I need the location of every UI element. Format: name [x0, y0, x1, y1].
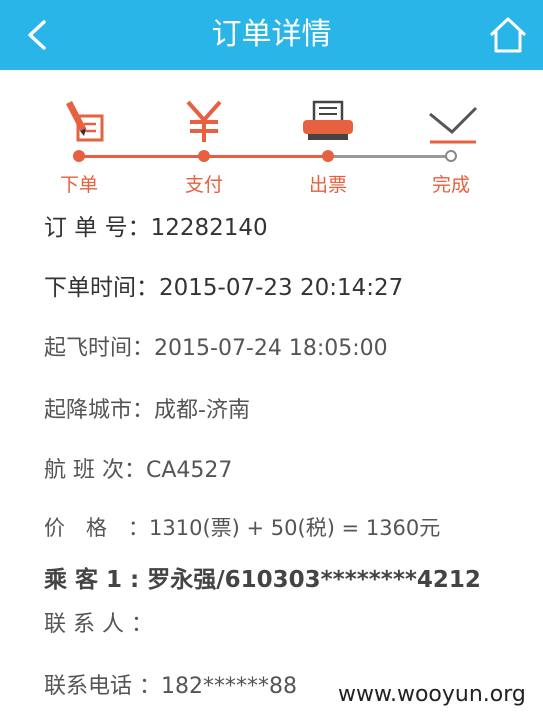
route-row: 起降城市：成都-济南	[44, 392, 250, 424]
order-number-label: 订 单 号：	[44, 215, 151, 241]
order-time-label: 下单时间：	[44, 275, 159, 301]
step-label-complete: 完成	[431, 174, 470, 196]
yen-icon	[186, 100, 222, 142]
watermark: www.wooyun.org	[338, 682, 526, 707]
depart-time-label: 起飞时间：	[44, 336, 155, 361]
step-dot-ticket	[322, 150, 334, 162]
contact-label: 联 系 人 ：	[44, 612, 153, 637]
route-value: 成都-济南	[154, 398, 250, 423]
phone-value: 182******88	[161, 674, 297, 699]
order-time-row: 下单时间：2015-07-23 20:14:27	[44, 268, 403, 302]
home-icon[interactable]	[488, 16, 528, 54]
price-value: 1310(票) + 50(税) = 1360元	[149, 516, 441, 540]
passenger-label: 乘 客 1 :	[44, 567, 148, 593]
printer-icon	[303, 100, 353, 140]
price-row: 价 格 ：1310(票) + 50(税) = 1360元	[44, 512, 440, 542]
order-number-value: 12282140	[150, 215, 268, 241]
order-number-row: 订 单 号：12282140	[44, 208, 268, 242]
progress-line-pending	[328, 155, 452, 158]
route-label: 起降城市：	[44, 398, 155, 423]
passenger-value: 罗永强/610303********4212	[147, 567, 481, 593]
step-label-pay: 支付	[184, 174, 223, 196]
order-pen-icon	[66, 101, 104, 142]
flight-value: CA4527	[146, 458, 233, 483]
phone-row: 联系电话 ：182******88	[44, 668, 297, 700]
contact-row: 联 系 人 ：	[44, 606, 153, 638]
phone-label: 联系电话 ：	[44, 674, 161, 699]
page-title: 订单详情	[211, 17, 332, 52]
flight-row: 航 班 次：CA4527	[44, 452, 232, 484]
check-icon	[429, 106, 478, 144]
depart-time-value: 2015-07-24 18:05:00	[154, 336, 388, 361]
step-label-order: 下单	[59, 174, 98, 196]
price-label: 价 格 ：	[44, 516, 149, 540]
step-dot-pay	[198, 150, 210, 162]
depart-time-row: 起飞时间：2015-07-24 18:05:00	[44, 330, 388, 362]
step-dot-order	[73, 150, 85, 162]
flight-label: 航 班 次：	[44, 458, 146, 483]
step-label-ticket: 出票	[308, 174, 347, 196]
order-time-value: 2015-07-23 20:14:27	[159, 275, 404, 301]
header-bar: 订单详情	[0, 0, 543, 70]
passenger-row: 乘 客 1 : 罗永强/610303********4212	[44, 560, 481, 594]
step-dot-complete	[445, 150, 457, 162]
